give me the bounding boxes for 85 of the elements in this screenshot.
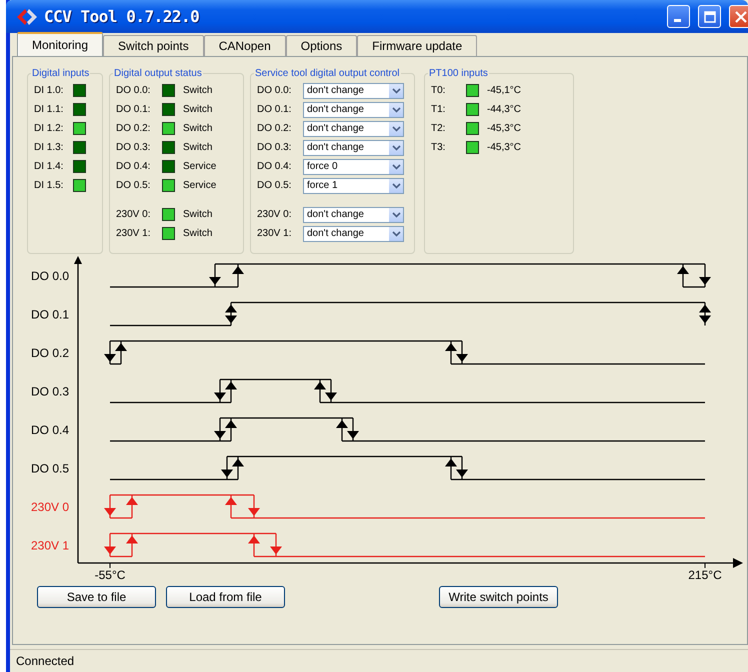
output-mode: Service: [183, 161, 218, 172]
output-mode: Switch: [183, 104, 214, 115]
output-mode: Switch: [183, 123, 214, 134]
sensor-label: T0:: [431, 85, 446, 96]
window-title: CCV Tool 0.7.22.0: [44, 7, 200, 26]
dropdown[interactable]: don't change: [303, 140, 404, 156]
tick-label: -55°C: [94, 568, 126, 582]
tab[interactable]: CANopen: [204, 35, 286, 56]
chevron-down-icon: [392, 144, 400, 150]
chevron-down-icon: [392, 182, 400, 188]
minimize-icon: [674, 19, 680, 22]
tab[interactable]: Switch points: [103, 35, 204, 56]
output-label: 230V 1:: [257, 228, 292, 239]
dropdown[interactable]: don't change: [303, 226, 404, 242]
logo-icon: [16, 8, 38, 26]
status-text: Connected: [10, 649, 748, 672]
channel-label: DO 0.1: [31, 308, 70, 322]
output-mode: Switch: [183, 228, 214, 239]
group-title: Service tool digital output control: [254, 68, 401, 79]
tab[interactable]: Options: [286, 35, 358, 56]
output-label: DO 0.4:: [257, 161, 292, 172]
output-mode: Switch: [183, 209, 214, 220]
maximize-icon: [704, 10, 716, 22]
channel-label: DO 0.3: [31, 384, 70, 398]
sensor-label: T2:: [431, 123, 446, 134]
input-label: DI 1.1:: [34, 104, 64, 115]
tab[interactable]: Monitoring: [17, 32, 104, 56]
chevron-down-icon: [392, 88, 400, 94]
dropdown[interactable]: don't change: [303, 120, 404, 136]
output-label: DO 0.1:: [257, 104, 292, 115]
chevron-down-icon: [392, 126, 400, 132]
output-mode: Switch: [183, 85, 214, 96]
channel-label: DO 0.4: [31, 423, 70, 437]
output-label: DO 0.0:: [257, 85, 292, 96]
output-label: DO 0.5:: [116, 180, 152, 191]
output-label: DO 0.4:: [116, 161, 152, 172]
output-label: 230V 1:: [116, 228, 152, 239]
group-title: Digital output status: [113, 68, 203, 79]
output-label: DO 0.3:: [116, 142, 152, 153]
output-mode: Service: [183, 180, 218, 191]
output-label: DO 0.2:: [257, 123, 292, 134]
dropdown[interactable]: don't change: [303, 82, 404, 98]
channel-label: DO 0.0: [31, 269, 70, 283]
action-button[interactable]: Write switch points: [439, 586, 558, 608]
output-label: 230V 0:: [116, 209, 152, 220]
input-label: DI 1.5:: [34, 180, 64, 191]
output-mode: Switch: [183, 142, 214, 153]
chevron-down-icon: [392, 164, 400, 170]
chevron-down-icon: [392, 212, 400, 218]
channel-label: DO 0.2: [31, 346, 70, 360]
close-button[interactable]: [729, 5, 748, 28]
group-title: Digital inputs: [31, 68, 90, 79]
output-label: DO 0.2:: [116, 123, 152, 134]
dropdown[interactable]: force 1: [303, 178, 404, 194]
dropdown[interactable]: don't change: [303, 102, 404, 118]
action-button[interactable]: Save to file: [37, 586, 156, 608]
chevron-down-icon: [392, 230, 400, 236]
action-button[interactable]: Load from file: [166, 586, 285, 608]
chevron-down-icon: [392, 106, 400, 112]
output-label: 230V 0:: [257, 209, 292, 220]
tab[interactable]: Firmware update: [357, 35, 478, 56]
channel-label: 230V 1: [31, 538, 70, 552]
minimize-button[interactable]: [667, 5, 690, 28]
output-label: DO 0.5:: [257, 180, 292, 191]
temperature-reading: -45,3°C: [487, 123, 522, 134]
sensor-label: T1:: [431, 104, 446, 115]
temperature-reading: -44,3°C: [487, 104, 522, 115]
input-label: DI 1.2:: [34, 123, 64, 134]
tick-label: 215°C: [688, 568, 722, 582]
temperature-reading: -45,1°C: [487, 85, 522, 96]
input-label: DI 1.0:: [34, 85, 64, 96]
temperature-reading: -45,3°C: [487, 142, 522, 153]
channel-label: 230V 0: [31, 500, 70, 514]
input-label: DI 1.4:: [34, 161, 64, 172]
output-label: DO 0.0:: [116, 85, 152, 96]
group-title: PT100 inputs: [428, 68, 489, 79]
output-label: DO 0.1:: [116, 104, 152, 115]
dropdown[interactable]: force 0: [303, 158, 404, 174]
dropdown[interactable]: don't change: [303, 206, 404, 222]
output-label: DO 0.3:: [257, 142, 292, 153]
channel-label: DO 0.5: [31, 462, 70, 476]
sensor-label: T3:: [431, 142, 446, 153]
input-label: DI 1.3:: [34, 142, 64, 153]
close-icon: [734, 10, 746, 22]
maximize-button[interactable]: [698, 5, 721, 28]
